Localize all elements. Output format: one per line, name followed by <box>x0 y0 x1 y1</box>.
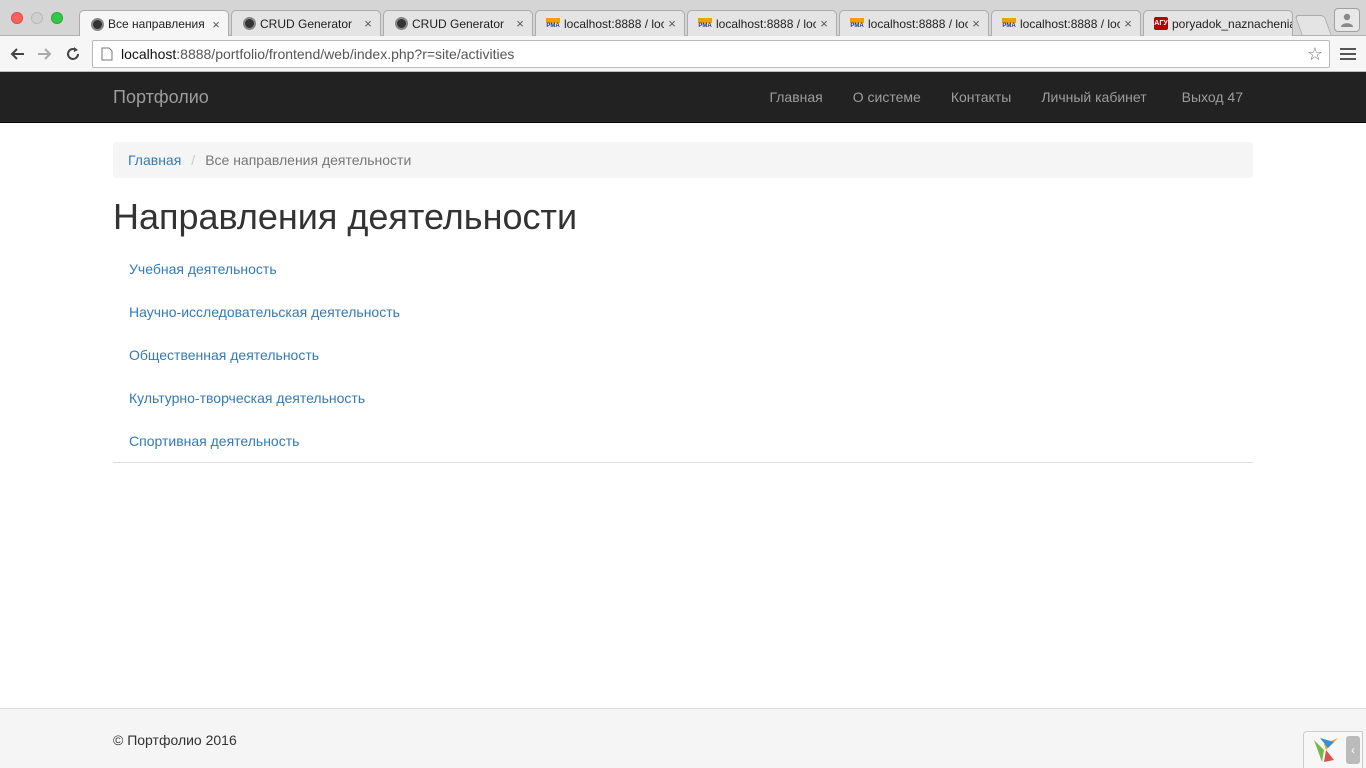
browser-tab-phpmyadmin-4[interactable]: PMA localhost:8888 / localhost × <box>991 10 1141 36</box>
minimize-window-button[interactable] <box>31 12 43 24</box>
tab-title: localhost:8888 / localhost <box>868 16 968 31</box>
nav-link-contacts[interactable]: Контакты <box>936 72 1026 122</box>
phpmyadmin-favicon-icon: PMA <box>546 17 560 31</box>
browser-tab-poryadok[interactable]: АГУ poryadok_naznachenia <box>1143 10 1293 36</box>
bookmark-star-icon[interactable]: ☆ <box>1307 44 1323 65</box>
activities-list: Учебная деятельность Научно-исследовател… <box>113 247 1253 463</box>
arrow-left-icon <box>10 48 24 60</box>
browser-tab-crud-generator[interactable]: CRUD Generator × <box>231 10 381 36</box>
breadcrumb-home-link[interactable]: Главная <box>128 152 181 168</box>
profile-button[interactable] <box>1334 8 1360 32</box>
browser-toolbar: localhost:8888/portfolio/frontend/web/in… <box>0 36 1366 72</box>
tab-title: CRUD Generator <box>260 16 353 31</box>
tab-title: Все направления деятельности <box>108 17 208 31</box>
browser-tab-phpmyadmin[interactable]: PMA localhost:8888 / localhost × <box>535 10 685 36</box>
nav-link-home[interactable]: Главная <box>754 72 837 122</box>
reload-button[interactable] <box>62 43 84 65</box>
tab-title: localhost:8888 / localhost <box>716 16 816 31</box>
reload-icon <box>67 47 79 60</box>
tab-close-icon[interactable]: × <box>208 17 224 32</box>
yii-debug-toolbar[interactable]: ‹ <box>1303 731 1363 768</box>
nav-link-logout[interactable]: Выход 47 <box>1162 72 1258 122</box>
arrow-right-icon <box>38 48 52 60</box>
tab-close-icon[interactable]: × <box>968 16 984 31</box>
tab-title: CRUD Generator <box>412 16 505 31</box>
phpmyadmin-favicon-icon: PMA <box>1002 17 1016 31</box>
address-bar[interactable]: localhost:8888/portfolio/frontend/web/in… <box>92 40 1330 68</box>
activity-link-cultural[interactable]: Культурно-творческая деятельность <box>113 376 1253 419</box>
activity-link-academic[interactable]: Учебная деятельность <box>113 247 1253 290</box>
yii-favicon-icon <box>394 17 408 31</box>
tab-close-icon[interactable]: × <box>512 16 528 31</box>
browser-tab-phpmyadmin-2[interactable]: PMA localhost:8888 / localhost × <box>687 10 837 36</box>
url-host: localhost <box>121 46 177 62</box>
phpmyadmin-favicon-icon: PMA <box>850 17 864 31</box>
tab-title: localhost:8888 / localhost <box>564 16 664 31</box>
breadcrumb-current: Все направления деятельности <box>205 152 412 168</box>
forward-button[interactable] <box>34 43 56 65</box>
browser-tab-activities[interactable]: Все направления деятельности × <box>79 10 229 37</box>
page-title: Направления деятельности <box>113 196 578 237</box>
navbar-brand[interactable]: Портфолио <box>113 87 209 108</box>
yii-favicon-icon <box>242 17 256 31</box>
tab-close-icon[interactable]: × <box>664 16 680 31</box>
url-path: :8888/portfolio/frontend/web/index.php?r… <box>176 46 515 62</box>
tab-title: poryadok_naznachenia <box>1172 16 1292 31</box>
back-button[interactable] <box>6 43 28 65</box>
site-footer: © Портфолио 2016 ‹ <box>0 708 1366 768</box>
tab-close-icon[interactable]: × <box>360 16 376 31</box>
close-window-button[interactable] <box>11 12 23 24</box>
activity-link-sports[interactable]: Спортивная деятельность <box>113 419 1253 462</box>
tab-close-icon[interactable]: × <box>1120 16 1136 31</box>
yii-favicon-icon <box>90 17 104 31</box>
nav-link-account[interactable]: Личный кабинет <box>1026 72 1161 122</box>
tab-close-icon[interactable]: × <box>816 16 832 31</box>
browser-tab-bar: Все направления деятельности × CRUD Gene… <box>0 0 1366 37</box>
page-icon <box>101 47 113 61</box>
tab-title: localhost:8888 / localhost <box>1020 16 1120 31</box>
site-navbar: Портфолио Главная О системе Контакты Лич… <box>0 72 1366 123</box>
breadcrumb-separator: / <box>191 152 196 168</box>
nav-link-about[interactable]: О системе <box>838 72 936 122</box>
browser-tab-phpmyadmin-3[interactable]: PMA localhost:8888 / localhost × <box>839 10 989 36</box>
navbar-links: Главная О системе Контакты Личный кабине… <box>754 72 1258 122</box>
activity-link-social[interactable]: Общественная деятельность <box>113 333 1253 376</box>
footer-copyright: © Портфолио 2016 <box>113 732 237 748</box>
agu-favicon-icon: АГУ <box>1154 17 1168 31</box>
breadcrumb: Главная / Все направления деятельности <box>113 142 1253 178</box>
phpmyadmin-favicon-icon: PMA <box>698 17 712 31</box>
yii-logo-icon <box>1314 738 1338 762</box>
user-icon <box>1341 13 1353 27</box>
maximize-window-button[interactable] <box>51 12 63 24</box>
activity-link-research[interactable]: Научно-исследовательская деятельность <box>113 290 1253 333</box>
browser-tab-crud-generator-2[interactable]: CRUD Generator × <box>383 10 533 36</box>
chevron-left-icon[interactable]: ‹ <box>1346 736 1360 764</box>
browser-menu-icon[interactable] <box>1340 45 1356 63</box>
new-tab-button[interactable] <box>1294 15 1332 35</box>
